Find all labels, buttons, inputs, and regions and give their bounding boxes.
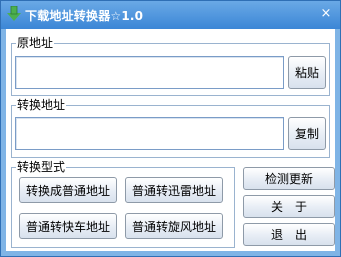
client-area: 原地址 粘贴 转换地址 复制 转换型式 转换成普通地址 普通转迅雷地址 普通转快… bbox=[6, 29, 335, 251]
exit-button[interactable]: 退 出 bbox=[243, 223, 335, 246]
convert-type-group-label: 转换型式 bbox=[16, 160, 67, 174]
converted-group-label: 转换地址 bbox=[16, 98, 67, 112]
source-group-label: 原地址 bbox=[16, 36, 55, 50]
window-title: 下载地址转换器☆1.0 bbox=[25, 9, 144, 23]
converted-url-input[interactable] bbox=[15, 117, 284, 150]
to-qqxuanfeng-url-button[interactable]: 普通转旋风地址 bbox=[125, 213, 223, 239]
to-flashget-url-button[interactable]: 普通转快车地址 bbox=[19, 213, 117, 239]
source-url-input[interactable] bbox=[15, 56, 284, 89]
paste-button[interactable]: 粘贴 bbox=[288, 56, 326, 89]
close-icon[interactable]: × bbox=[318, 6, 334, 22]
title-bar[interactable]: 下载地址转换器☆1.0 × bbox=[1, 1, 340, 29]
to-thunder-url-button[interactable]: 普通转迅雷地址 bbox=[125, 177, 223, 203]
about-button[interactable]: 关 于 bbox=[243, 195, 335, 218]
copy-button[interactable]: 复制 bbox=[288, 117, 326, 150]
to-normal-url-button[interactable]: 转换成普通地址 bbox=[19, 177, 117, 203]
download-arrow-icon bbox=[7, 5, 21, 22]
app-window: 下载地址转换器☆1.0 × 原地址 粘贴 转换地址 复制 转换型式 转换成普通地… bbox=[0, 0, 341, 257]
check-update-button[interactable]: 检测更新 bbox=[243, 167, 335, 190]
